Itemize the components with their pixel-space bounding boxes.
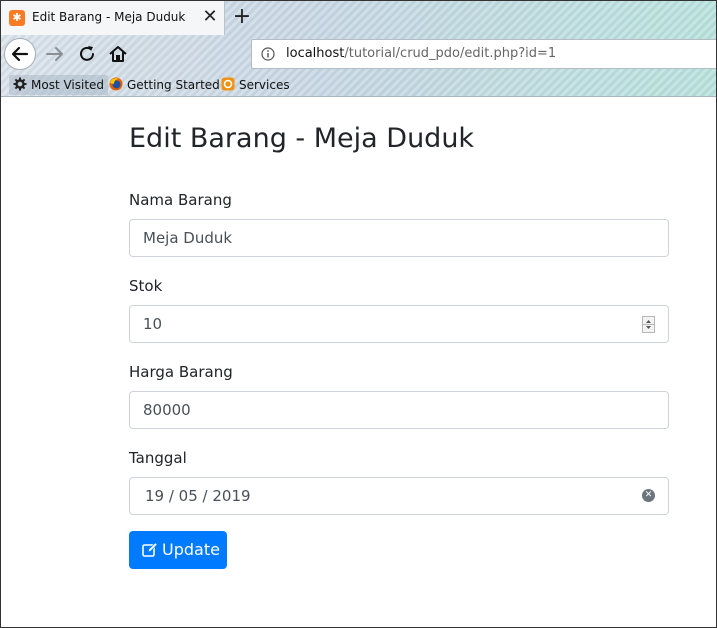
- firefox-icon: [109, 77, 123, 91]
- nama-barang-input[interactable]: Meja Duduk: [129, 219, 669, 257]
- bookmarks-toolbar: Most Visited Getting Started Services: [1, 73, 716, 96]
- clear-icon[interactable]: ✕: [642, 489, 655, 502]
- xampp-favicon-icon: ✱: [9, 10, 25, 26]
- tab-title: Edit Barang - Meja Duduk: [32, 10, 186, 24]
- url-text: localhost/tutorial/crud_pdo/edit.php?id=…: [286, 46, 556, 61]
- back-icon: [11, 46, 29, 62]
- address-bar[interactable]: localhost/tutorial/crud_pdo/edit.php?id=…: [251, 39, 716, 69]
- plus-icon[interactable]: +: [229, 4, 255, 30]
- tanggal-input[interactable]: 19 / 05 / 2019 ✕: [129, 477, 669, 515]
- stok-input[interactable]: 10: [129, 305, 669, 343]
- active-tab[interactable]: ✱ Edit Barang - Meja Duduk ✕: [1, 1, 225, 35]
- bookmark-label: Getting Started: [127, 78, 220, 92]
- info-icon[interactable]: [261, 47, 275, 61]
- harga-barang-input[interactable]: 80000: [129, 391, 669, 429]
- spinner-icon[interactable]: [642, 316, 655, 333]
- input-value: Meja Duduk: [143, 229, 233, 247]
- back-button[interactable]: [4, 38, 36, 70]
- close-icon[interactable]: ✕: [201, 6, 219, 28]
- label-harga-barang: Harga Barang: [129, 363, 233, 381]
- services-icon: [221, 77, 235, 91]
- bookmark-getting-started[interactable]: Getting Started: [109, 75, 220, 95]
- update-button-label: Update: [162, 540, 220, 559]
- page-title: Edit Barang - Meja Duduk: [129, 123, 475, 154]
- navigation-bar: localhost/tutorial/crud_pdo/edit.php?id=…: [1, 35, 716, 73]
- label-stok: Stok: [129, 277, 163, 295]
- label-nama-barang: Nama Barang: [129, 191, 232, 209]
- input-value: 19 / 05 / 2019: [145, 487, 251, 505]
- bookmark-most-visited[interactable]: Most Visited: [9, 75, 109, 95]
- bookmark-label: Services: [239, 78, 290, 92]
- bookmark-services[interactable]: Services: [221, 75, 290, 95]
- update-button[interactable]: Update: [129, 531, 227, 569]
- input-value: 10: [143, 315, 163, 333]
- forward-icon[interactable]: [44, 43, 66, 65]
- browser-chrome: ✱ Edit Barang - Meja Duduk ✕ + localhost…: [1, 1, 716, 97]
- browser-window: ✱ Edit Barang - Meja Duduk ✕ + localhost…: [0, 0, 717, 628]
- url-host: localhost: [286, 46, 345, 61]
- input-value: 80000: [143, 401, 191, 419]
- bookmark-label: Most Visited: [31, 78, 105, 92]
- home-icon[interactable]: [107, 43, 129, 65]
- edit-icon: [142, 542, 158, 557]
- url-path: /tutorial/crud_pdo/edit.php?id=1: [344, 46, 557, 61]
- label-tanggal: Tanggal: [129, 449, 187, 467]
- tab-strip: ✱ Edit Barang - Meja Duduk ✕ +: [1, 1, 716, 35]
- gear-icon: [13, 77, 27, 91]
- reload-icon[interactable]: [76, 43, 98, 65]
